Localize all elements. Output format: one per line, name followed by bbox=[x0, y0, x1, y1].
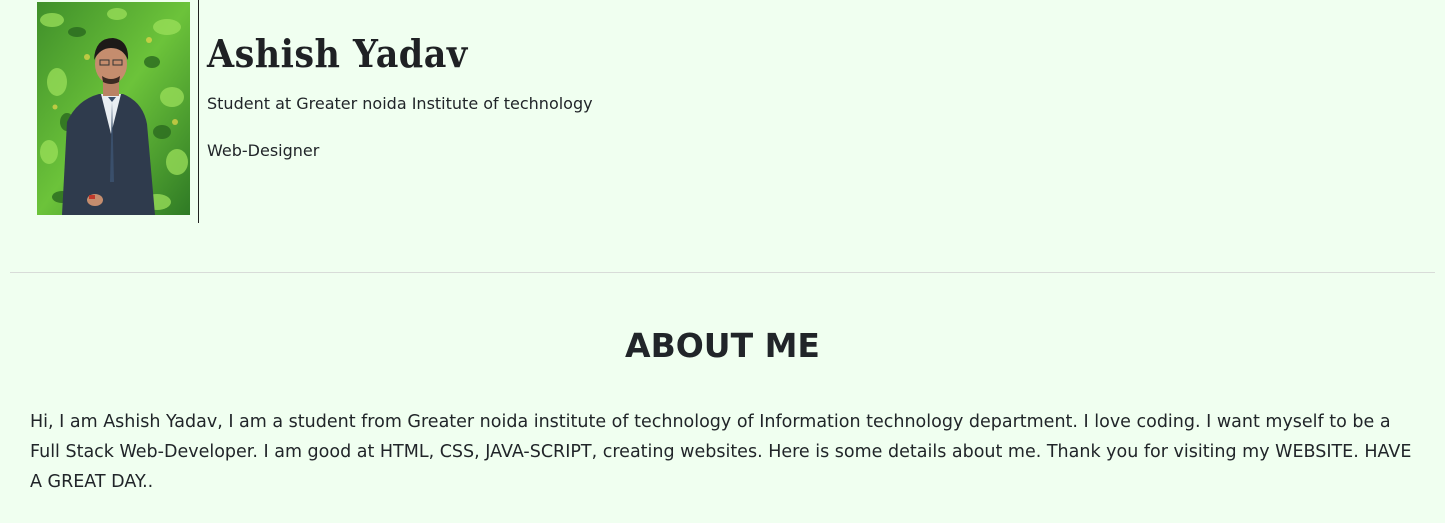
section-divider bbox=[10, 272, 1435, 273]
about-heading: ABOUT ME bbox=[625, 326, 820, 365]
profile-subtitle: Student at Greater noida Institute of te… bbox=[207, 94, 593, 113]
profile-photo bbox=[37, 2, 190, 215]
header-divider bbox=[198, 0, 199, 223]
profile-name: Ashish Yadav bbox=[207, 31, 468, 76]
about-text: Hi, I am Ashish Yadav, I am a student fr… bbox=[30, 412, 1412, 492]
profile-role: Web-Designer bbox=[207, 141, 320, 160]
